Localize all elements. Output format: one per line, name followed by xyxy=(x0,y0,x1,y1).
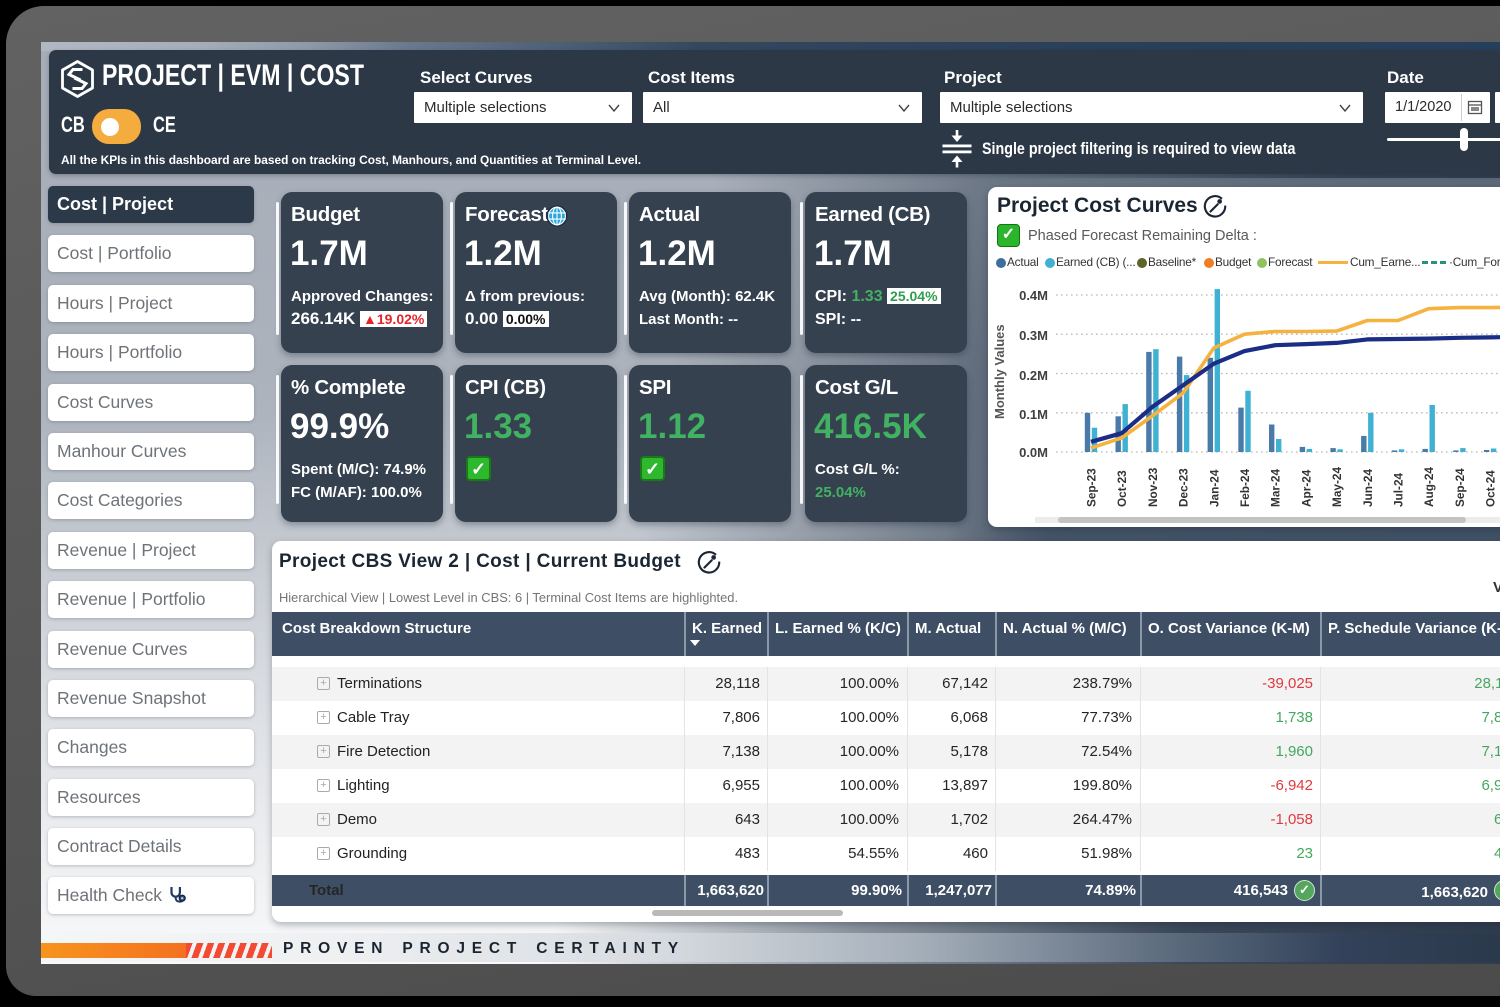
svg-text:Dec-23: Dec-23 xyxy=(1177,468,1191,507)
svg-text:Jul-24: Jul-24 xyxy=(1392,472,1406,507)
svg-text:Jan-24: Jan-24 xyxy=(1207,469,1221,507)
svg-text:Mar-24: Mar-24 xyxy=(1269,469,1283,507)
svg-text:Oct-23: Oct-23 xyxy=(1115,470,1129,507)
svg-text:Feb-24: Feb-24 xyxy=(1238,469,1252,507)
svg-text:Jun-24: Jun-24 xyxy=(1361,469,1375,507)
svg-text:Apr-24: Apr-24 xyxy=(1299,469,1313,507)
svg-text:Oct-24: Oct-24 xyxy=(1484,470,1498,507)
svg-text:May-24: May-24 xyxy=(1330,467,1344,507)
svg-text:Nov-23: Nov-23 xyxy=(1146,467,1160,507)
svg-text:Sep-24: Sep-24 xyxy=(1453,468,1467,507)
svg-text:Aug-24: Aug-24 xyxy=(1422,467,1436,507)
svg-text:Sep-23: Sep-23 xyxy=(1085,468,1099,507)
